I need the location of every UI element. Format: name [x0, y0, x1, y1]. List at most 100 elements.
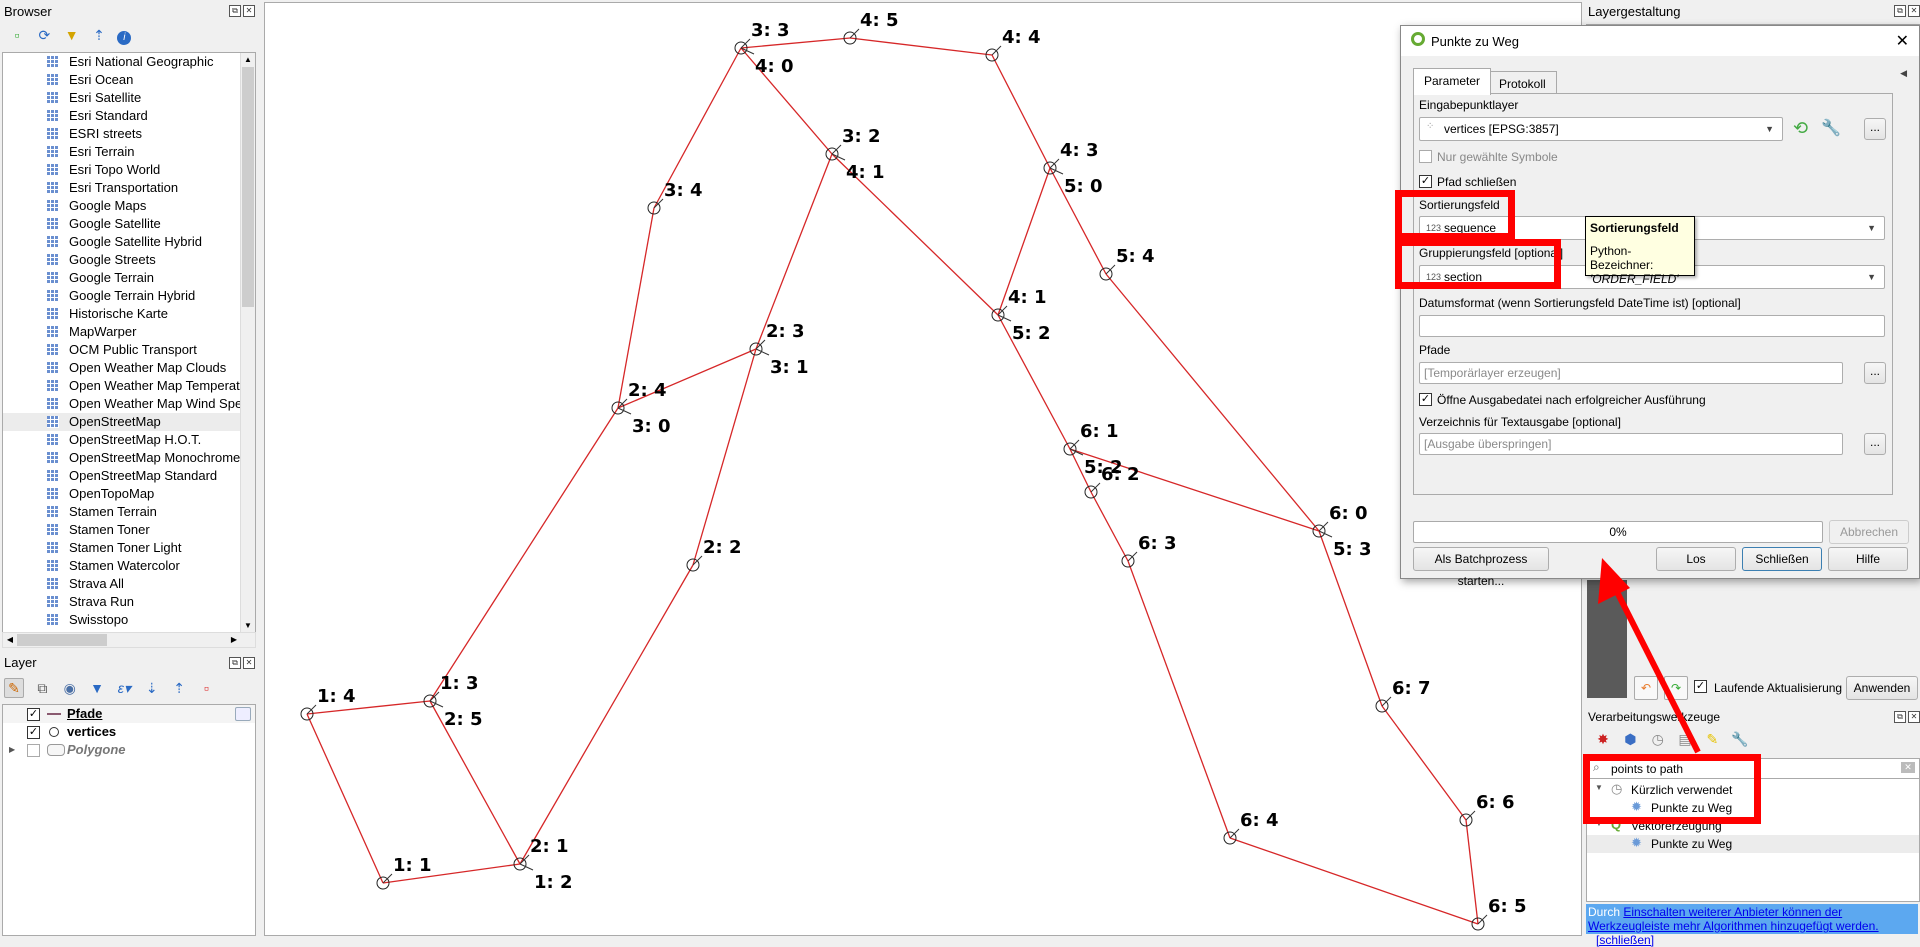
browser-item[interactable]: OpenStreetMap	[3, 413, 255, 431]
visibility-icon[interactable]: ◉	[61, 679, 79, 697]
browser-item[interactable]: Esri National Geographic	[3, 53, 255, 71]
vertex[interactable]: 1: 4	[300, 686, 356, 721]
scrollbar-thumb[interactable]	[242, 67, 254, 307]
vertex[interactable]: 2: 2	[686, 537, 742, 572]
open-output-checkbox[interactable]: ✓	[1419, 393, 1432, 406]
vertex[interactable]: 6: 3	[1121, 533, 1177, 568]
browser-item[interactable]: Google Streets	[3, 251, 255, 269]
browser-item[interactable]: Open Weather Map Temperature	[3, 377, 255, 395]
vertex[interactable]: 6: 7	[1375, 678, 1431, 713]
browser-item[interactable]: Esri Terrain	[3, 143, 255, 161]
info-icon[interactable]: i	[117, 31, 132, 45]
iterate-icon[interactable]: ⟲	[1793, 118, 1808, 139]
tab-parameter[interactable]: Parameter	[1413, 68, 1492, 95]
browser-item[interactable]: Swisstopo	[3, 611, 255, 629]
models-icon[interactable]: ✸	[1594, 730, 1612, 748]
layer-visibility-checkbox[interactable]: ✓	[27, 726, 40, 739]
browser-item[interactable]: Google Satellite	[3, 215, 255, 233]
collapse-all-icon[interactable]: ⇡	[170, 679, 188, 697]
browser-item[interactable]: OpenStreetMap Standard	[3, 467, 255, 485]
vertex[interactable]: 1: 1	[376, 855, 432, 890]
layer-item-pfade[interactable]: ✓ Pfade	[3, 705, 255, 723]
browser-item[interactable]: Esri Satellite	[3, 89, 255, 107]
close-icon[interactable]: ✕	[1896, 31, 1909, 51]
history-icon[interactable]: ◷	[1649, 730, 1667, 748]
filter-legend-icon[interactable]: ▼	[88, 679, 106, 697]
map-canvas[interactable]: 1: 4 1: 3 2: 5 1: 1 2: 1 1: 2 2: 2 2: 3 3: 1 2: 4…	[264, 2, 1582, 936]
vertex[interactable]: 6: 0 5: 3	[1312, 503, 1372, 560]
close-icon[interactable]: ✕	[243, 5, 255, 17]
layer-visibility-checkbox[interactable]: ✓	[27, 708, 40, 721]
scroll-right-icon[interactable]: ▶	[227, 633, 241, 647]
enable-providers-link[interactable]: Einschalten weiterer Anbieter können der…	[1588, 905, 1879, 933]
expression-filter-icon[interactable]: ε▾	[115, 679, 133, 697]
input-layer-combo[interactable]: ⁘ vertices [EPSG:3857] ▼	[1419, 117, 1783, 141]
vertex[interactable]: 4: 3 5: 0	[1043, 140, 1103, 197]
float-icon[interactable]: ⧉	[1894, 711, 1906, 723]
scroll-down-icon[interactable]: ▼	[241, 619, 255, 633]
close-path-checkbox[interactable]: ✓	[1419, 175, 1432, 188]
results-icon[interactable]: ▤	[1676, 730, 1694, 748]
vertex[interactable]: 4: 1 5: 2	[991, 287, 1051, 344]
layer-visibility-checkbox[interactable]	[27, 744, 40, 757]
style-manager-icon[interactable]: ✎	[4, 678, 24, 698]
selected-only-checkbox[interactable]	[1419, 150, 1432, 163]
browser-item[interactable]: OpenTopoMap	[3, 485, 255, 503]
layer-item-vertices[interactable]: ✓ vertices	[3, 723, 255, 741]
browser-item[interactable]: Strava Run	[3, 593, 255, 611]
input-layer-more-button[interactable]: ...	[1864, 118, 1886, 140]
expand-arrow-icon[interactable]: ▶	[9, 741, 15, 759]
close-icon[interactable]: ✕	[243, 657, 255, 669]
vertex[interactable]: 2: 4 3: 0	[611, 380, 671, 437]
vertex[interactable]: 5: 4	[1099, 246, 1155, 281]
scroll-up-icon[interactable]: ▲	[241, 53, 255, 67]
vertex[interactable]: 3: 4	[647, 180, 703, 215]
browser-item[interactable]: Google Terrain	[3, 269, 255, 287]
clear-search-icon[interactable]: ✕	[1901, 762, 1915, 773]
browser-item[interactable]: OpenStreetMap Monochrome	[3, 449, 255, 467]
browser-item[interactable]: Google Maps	[3, 197, 255, 215]
options-icon[interactable]: 🔧	[1731, 730, 1749, 748]
remove-layer-icon[interactable]: ▫	[197, 679, 215, 697]
browser-item[interactable]: Esri Standard	[3, 107, 255, 125]
edit-features-icon[interactable]: ✎	[1703, 730, 1721, 748]
run-button[interactable]: Los	[1656, 547, 1736, 571]
paths-more-button[interactable]: ...	[1864, 362, 1886, 384]
browser-item[interactable]: Open Weather Map Wind Speed	[3, 395, 255, 413]
browser-item[interactable]: Historische Karte	[3, 305, 255, 323]
redo-button[interactable]: ↷	[1664, 676, 1688, 700]
browser-item[interactable]: Esri Transportation	[3, 179, 255, 197]
browser-item[interactable]: Stamen Watercolor	[3, 557, 255, 575]
map-svg[interactable]: 1: 4 1: 3 2: 5 1: 1 2: 1 1: 2 2: 2 2: 3 3: 1 2: 4…	[265, 3, 1581, 935]
memory-layer-icon[interactable]	[235, 707, 251, 721]
browser-item[interactable]: Esri Ocean	[3, 71, 255, 89]
date-format-input[interactable]	[1419, 315, 1885, 337]
browser-scrollbar[interactable]: ▲ ▼	[240, 53, 255, 633]
algorithm-item[interactable]: ✹ Punkte zu Weg	[1587, 835, 1919, 853]
browser-item[interactable]: Google Terrain Hybrid	[3, 287, 255, 305]
close-icon[interactable]: ✕	[1908, 711, 1920, 723]
vertex[interactable]: 3: 2 4: 1	[825, 126, 885, 183]
vertex[interactable]: 3: 3 4: 0	[734, 20, 794, 77]
hscrollbar-thumb[interactable]	[17, 634, 107, 646]
float-icon[interactable]: ⧉	[229, 657, 241, 669]
live-update-checkbox[interactable]: ✓	[1694, 680, 1707, 693]
collapse-help-icon[interactable]: ◀	[1900, 68, 1907, 79]
collapse-all-icon[interactable]: ⇡	[90, 26, 108, 44]
expand-all-icon[interactable]: ⇣	[143, 679, 161, 697]
text-dir-input[interactable]: [Ausgabe überspringen]	[1419, 433, 1843, 455]
browser-item[interactable]: Google Satellite Hybrid	[3, 233, 255, 251]
float-icon[interactable]: ⧉	[1894, 5, 1906, 17]
browser-item[interactable]: Stamen Toner Light	[3, 539, 255, 557]
add-group-icon[interactable]: ⧉	[33, 679, 51, 697]
browser-hscrollbar[interactable]: ◀ ▶	[2, 632, 256, 648]
paths-output-input[interactable]: [Temporärlayer erzeugen]	[1419, 362, 1843, 384]
browser-item[interactable]: Stamen Terrain	[3, 503, 255, 521]
close-icon[interactable]: ✕	[1908, 5, 1920, 17]
browser-item[interactable]: Strava All	[3, 575, 255, 593]
batch-process-button[interactable]: Als Batchprozess starten...	[1413, 547, 1549, 588]
add-layer-icon[interactable]: ▫	[8, 26, 26, 44]
browser-item[interactable]: OpenStreetMap H.O.T.	[3, 431, 255, 449]
browser-item[interactable]: Stamen Toner	[3, 521, 255, 539]
browser-item[interactable]: Esri Topo World	[3, 161, 255, 179]
